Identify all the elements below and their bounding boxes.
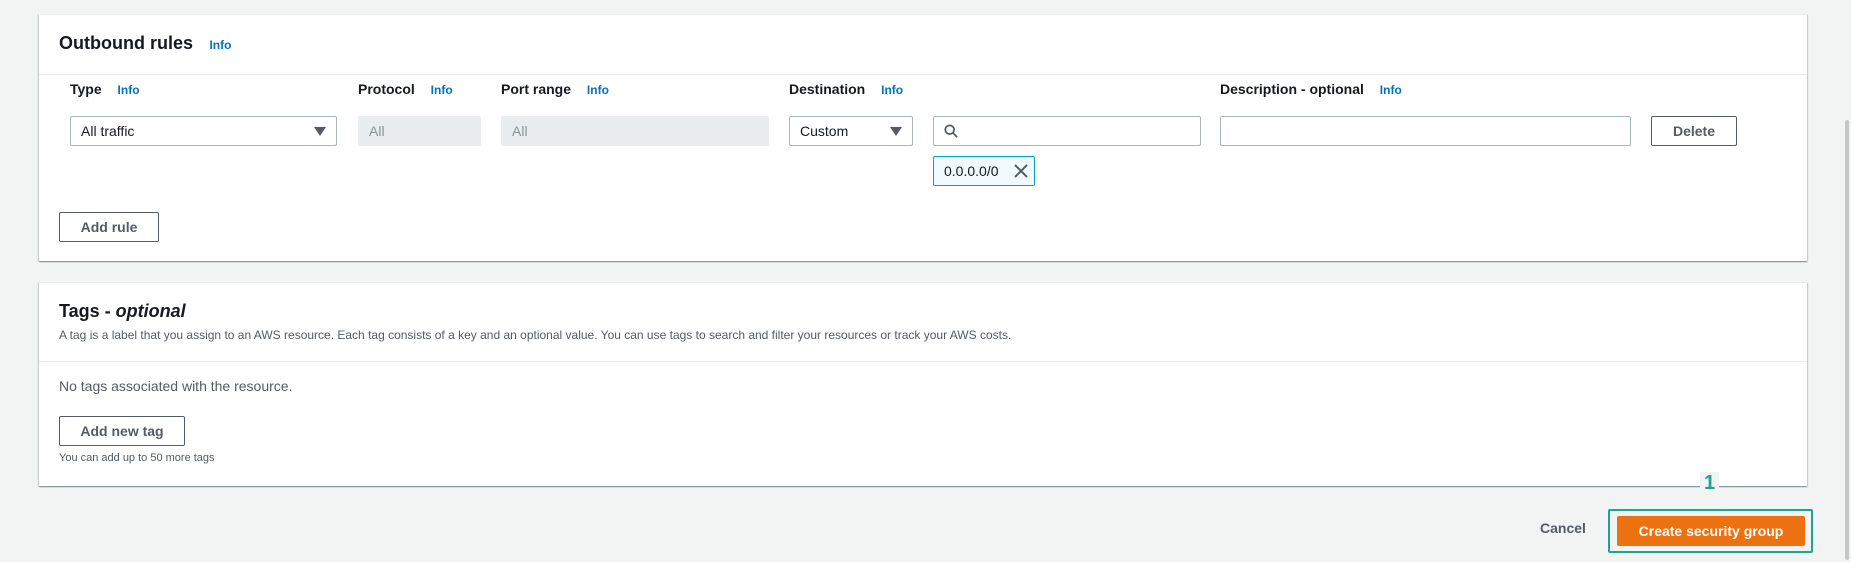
outbound-rules-title: Outbound rules xyxy=(59,33,193,53)
cancel-button[interactable]: Cancel xyxy=(1540,520,1586,536)
protocol-info-link[interactable]: Info xyxy=(431,83,453,97)
outbound-rules-info-link[interactable]: Info xyxy=(209,38,231,52)
tags-limit-note: You can add up to 50 more tags xyxy=(59,452,215,464)
tags-header: Tags - optional xyxy=(59,301,186,322)
no-tags-message: No tags associated with the resource. xyxy=(59,378,293,394)
destination-token: 0.0.0.0/0 xyxy=(933,156,1035,186)
description-column-label: Description - optional Info xyxy=(1220,81,1402,97)
delete-rule-button[interactable]: Delete xyxy=(1651,116,1737,146)
tags-title-main: Tags - xyxy=(59,301,116,321)
destination-column-label: Destination Info xyxy=(789,81,903,97)
port-range-info-link[interactable]: Info xyxy=(587,83,609,97)
destination-label-text: Destination xyxy=(789,81,866,97)
page-scrollbar[interactable] xyxy=(1841,0,1851,562)
destination-mode-value: Custom xyxy=(800,123,849,139)
header-divider xyxy=(39,74,1807,75)
description-info-link[interactable]: Info xyxy=(1380,83,1402,97)
type-info-link[interactable]: Info xyxy=(118,83,140,97)
destination-token-label: 0.0.0.0/0 xyxy=(944,163,999,179)
type-select[interactable]: All traffic xyxy=(70,116,337,146)
tags-title: Tags - optional xyxy=(59,301,186,321)
tags-panel: Tags - optional A tag is a label that yo… xyxy=(39,282,1807,486)
tags-description: A tag is a label that you assign to an A… xyxy=(59,328,1012,342)
description-label-text: Description - optional xyxy=(1220,81,1364,97)
caret-down-icon xyxy=(314,127,326,136)
close-icon[interactable] xyxy=(1014,164,1028,178)
type-column-label: Type Info xyxy=(70,81,140,97)
create-security-group-button[interactable]: Create security group xyxy=(1617,516,1805,546)
scrollbar-thumb[interactable] xyxy=(1845,120,1849,560)
step-marker: 1 xyxy=(1700,472,1720,495)
protocol-column-label: Protocol Info xyxy=(358,81,453,97)
type-select-value: All traffic xyxy=(81,123,135,139)
outbound-rules-panel: Outbound rules Info Type Info Protocol I… xyxy=(39,14,1807,261)
port-range-field: All xyxy=(501,116,769,146)
description-input[interactable] xyxy=(1220,116,1631,146)
type-label-text: Type xyxy=(70,81,102,97)
destination-mode-select[interactable]: Custom xyxy=(789,116,913,146)
caret-down-icon xyxy=(890,127,902,136)
protocol-field: All xyxy=(358,116,481,146)
protocol-label-text: Protocol xyxy=(358,81,415,97)
port-range-label-text: Port range xyxy=(501,81,572,97)
tags-divider xyxy=(39,361,1807,362)
destination-search-input[interactable] xyxy=(933,116,1201,146)
add-rule-button[interactable]: Add rule xyxy=(59,212,159,242)
search-icon xyxy=(944,124,958,138)
port-range-column-label: Port range Info xyxy=(501,81,609,97)
outbound-rules-header: Outbound rules Info xyxy=(59,33,231,54)
add-new-tag-button[interactable]: Add new tag xyxy=(59,416,185,446)
tags-title-optional: optional xyxy=(115,301,186,321)
destination-info-link[interactable]: Info xyxy=(881,83,903,97)
